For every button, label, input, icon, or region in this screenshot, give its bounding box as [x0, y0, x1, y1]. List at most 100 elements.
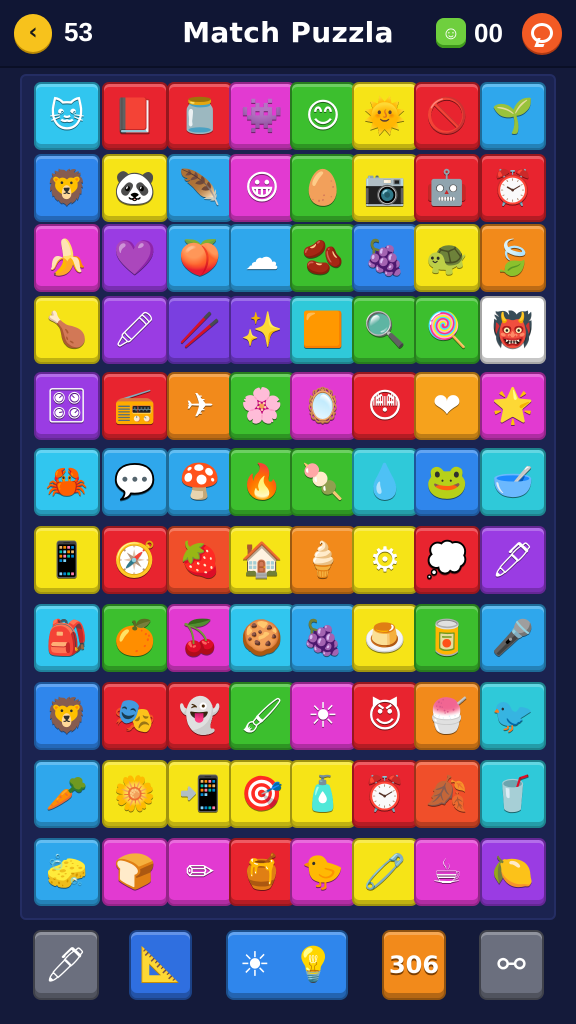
tile[interactable]: 🎛: [34, 372, 100, 440]
tile[interactable]: 🦁: [34, 682, 100, 750]
help-button[interactable]: [522, 13, 562, 53]
mushroom-icon: 🍄: [178, 462, 222, 502]
tile[interactable]: 📲: [167, 760, 233, 828]
tile[interactable]: 🍮: [352, 604, 418, 672]
tile[interactable]: 💬: [102, 448, 168, 516]
tile[interactable]: 🍗: [34, 296, 100, 364]
tile[interactable]: 👻: [167, 682, 233, 750]
tile[interactable]: 😊: [290, 82, 356, 150]
tile[interactable]: 🍂: [414, 760, 480, 828]
tile[interactable]: 😳: [352, 372, 418, 440]
tile[interactable]: 🚫: [414, 82, 480, 150]
tile[interactable]: 🍭: [414, 296, 480, 364]
tile[interactable]: 🥫: [414, 604, 480, 672]
tile[interactable]: ⏰: [352, 760, 418, 828]
tile[interactable]: 🖊: [480, 526, 546, 594]
tile[interactable]: 🍋: [480, 838, 546, 906]
tile[interactable]: 🟧: [290, 296, 356, 364]
tile[interactable]: 🐸: [414, 448, 480, 516]
tile[interactable]: 🥕: [34, 760, 100, 828]
tile[interactable]: 🍑: [167, 224, 233, 292]
purple-blob-icon: 👾: [240, 96, 284, 136]
tile[interactable]: 👹: [480, 296, 546, 364]
tile[interactable]: 📻: [102, 372, 168, 440]
tile[interactable]: 🎭: [102, 682, 168, 750]
tile[interactable]: 🌱: [480, 82, 546, 150]
tile[interactable]: 🥢: [167, 296, 233, 364]
tile[interactable]: 🎯: [229, 760, 295, 828]
tile[interactable]: 🍄: [167, 448, 233, 516]
tile[interactable]: 🍪: [229, 604, 295, 672]
tile[interactable]: 🐢: [414, 224, 480, 292]
tile[interactable]: 🤖: [414, 154, 480, 222]
tile[interactable]: 🍓: [167, 526, 233, 594]
tile[interactable]: ✈: [167, 372, 233, 440]
tile[interactable]: 🥚: [290, 154, 356, 222]
bowl-face-icon: 🥣: [491, 462, 535, 502]
tile[interactable]: 🦀: [34, 448, 100, 516]
tile[interactable]: 🌞: [352, 82, 418, 150]
tile[interactable]: 🌼: [102, 760, 168, 828]
tile[interactable]: 🧷: [352, 838, 418, 906]
tile[interactable]: 🌸: [229, 372, 295, 440]
tile[interactable]: ⚙: [352, 526, 418, 594]
tile[interactable]: 📷: [352, 154, 418, 222]
tile[interactable]: 🍒: [167, 604, 233, 672]
tile[interactable]: 💭: [414, 526, 480, 594]
tile[interactable]: 🪞: [290, 372, 356, 440]
tile[interactable]: ⏰: [480, 154, 546, 222]
tile[interactable]: 🍃: [480, 224, 546, 292]
share-button[interactable]: ⚯: [479, 930, 544, 1000]
tile[interactable]: 🐱: [34, 82, 100, 150]
tile[interactable]: 🥣: [480, 448, 546, 516]
tile[interactable]: 🍧: [414, 682, 480, 750]
tile[interactable]: 🍞: [102, 838, 168, 906]
tile[interactable]: 😈: [352, 682, 418, 750]
tile[interactable]: 👾: [229, 82, 295, 150]
tile[interactable]: 🧽: [34, 838, 100, 906]
tile[interactable]: 🍇: [290, 604, 356, 672]
tile[interactable]: 🪶: [167, 154, 233, 222]
tile[interactable]: 🌟: [480, 372, 546, 440]
tile[interactable]: 🫘: [290, 224, 356, 292]
tile[interactable]: 📱: [34, 526, 100, 594]
counter-button[interactable]: 306: [382, 930, 446, 1000]
tile[interactable]: 📕: [102, 82, 168, 150]
tile[interactable]: 💜: [102, 224, 168, 292]
tile[interactable]: 🍊: [102, 604, 168, 672]
tile[interactable]: 🎤: [480, 604, 546, 672]
pen-tool-button[interactable]: 🖊: [33, 930, 99, 1000]
tile[interactable]: 🏠: [229, 526, 295, 594]
tile[interactable]: 🍇: [352, 224, 418, 292]
tile[interactable]: ☀: [290, 682, 356, 750]
tile[interactable]: 🖍: [102, 296, 168, 364]
paper-tool-button[interactable]: 📐: [129, 930, 192, 1000]
tile[interactable]: 💧: [352, 448, 418, 516]
tile[interactable]: 🍦: [290, 526, 356, 594]
tile[interactable]: ☁: [229, 224, 295, 292]
tile[interactable]: ☕: [414, 838, 480, 906]
tile[interactable]: 😀: [229, 154, 295, 222]
hint-button[interactable]: ☀ 💡: [226, 930, 348, 1000]
tile[interactable]: 🔥: [229, 448, 295, 516]
feather-icon: 🪶: [178, 168, 222, 208]
tile[interactable]: 🦁: [34, 154, 100, 222]
tile[interactable]: 🍯: [229, 838, 295, 906]
tile[interactable]: 🖌: [229, 682, 295, 750]
tile[interactable]: 🍡: [290, 448, 356, 516]
tile[interactable]: 🐤: [290, 838, 356, 906]
tile[interactable]: 🐦: [480, 682, 546, 750]
tile[interactable]: 🐼: [102, 154, 168, 222]
tile[interactable]: 🔍: [352, 296, 418, 364]
tile[interactable]: 🫙: [167, 82, 233, 150]
tile[interactable]: 🎒: [34, 604, 100, 672]
mirror-icon: 🪞: [301, 386, 345, 426]
tile[interactable]: ❤: [414, 372, 480, 440]
tile[interactable]: 🥤: [480, 760, 546, 828]
tile[interactable]: ✏: [167, 838, 233, 906]
tile[interactable]: 🧭: [102, 526, 168, 594]
tile[interactable]: ✨: [229, 296, 295, 364]
tile[interactable]: 🍌: [34, 224, 100, 292]
tile[interactable]: 🧴: [290, 760, 356, 828]
jar-icon: 🫙: [178, 96, 222, 136]
